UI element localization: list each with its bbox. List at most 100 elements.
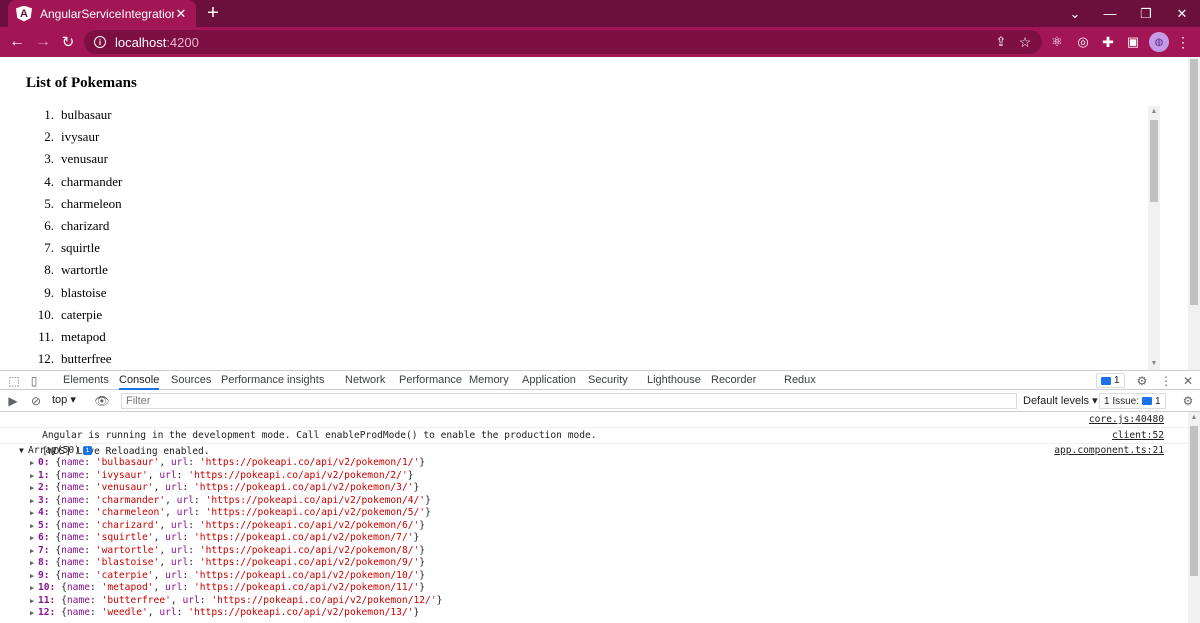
console-source-link[interactable]: client:52 bbox=[1112, 428, 1164, 444]
object-open: { bbox=[49, 532, 62, 543]
array-log-header[interactable]: ▼ Array(50) i app.component.ts:21 bbox=[0, 444, 1188, 457]
browser-tab[interactable]: A AngularServiceIntegration ✕ bbox=[8, 0, 196, 27]
array-item-row[interactable]: ▶ 9: {name: 'caterpie', url: 'https://pok… bbox=[0, 570, 1188, 583]
array-item-row[interactable]: ▶ 5: {name: 'charizard', url: 'https://po… bbox=[0, 520, 1188, 533]
share-icon[interactable]: ⇪ bbox=[990, 31, 1012, 53]
key-name: name bbox=[61, 557, 85, 568]
forward-button[interactable]: → bbox=[32, 31, 54, 53]
devtools-tab-lighthouse[interactable]: Lighthouse bbox=[647, 371, 701, 390]
minimize-button[interactable]: — bbox=[1092, 0, 1128, 27]
devtools-tab-performance[interactable]: Performance bbox=[399, 371, 462, 390]
clear-console-icon[interactable]: ⊘ bbox=[28, 393, 44, 409]
scroll-down-icon[interactable]: ▼ bbox=[1148, 358, 1160, 370]
back-button[interactable]: ← bbox=[6, 31, 28, 53]
colon: : bbox=[90, 607, 102, 618]
collapsed-triangle-icon[interactable]: ▶ bbox=[30, 482, 34, 495]
context-select[interactable]: top ▾ bbox=[52, 393, 76, 406]
settings-gear-icon[interactable]: ⚙ bbox=[1134, 373, 1150, 389]
colon: : bbox=[84, 494, 96, 506]
array-item-row[interactable]: ▶ 4: {name: 'charmeleon', url: 'https://p… bbox=[0, 507, 1188, 520]
issue-message-icon bbox=[1142, 397, 1153, 405]
url-value: 'https://pokeapi.co/api/v2/pokemon/6/' bbox=[199, 519, 420, 531]
devtools-tab-recorder[interactable]: Recorder bbox=[711, 371, 756, 390]
close-window-button[interactable]: ✕ bbox=[1164, 0, 1200, 27]
devtools-tab-security[interactable]: Security bbox=[588, 371, 628, 390]
array-item-row[interactable]: ▶ 6: {name: 'squirtle', url: 'https://pok… bbox=[0, 532, 1188, 545]
issues-button[interactable]: 1 Issue: 1 bbox=[1099, 393, 1166, 409]
console-scroll-thumb[interactable] bbox=[1190, 426, 1198, 576]
devtools-tab-sources[interactable]: Sources bbox=[171, 371, 211, 390]
collapsed-triangle-icon[interactable]: ▶ bbox=[30, 557, 34, 570]
expanded-triangle-icon[interactable]: ▼ bbox=[19, 444, 24, 457]
menu-kebab-icon[interactable]: ⋮ bbox=[1172, 31, 1194, 53]
messages-badge[interactable]: 1 bbox=[1096, 373, 1125, 388]
issues-label: 1 Issue: bbox=[1104, 395, 1140, 407]
list-item-number: 8. bbox=[44, 262, 54, 278]
list-scrollbar[interactable]: ▲ ▼ bbox=[1148, 106, 1160, 370]
list-item: 12. butterfree bbox=[26, 351, 122, 370]
array-item-row[interactable]: ▶ 12: {name: 'weedle', url: 'https://poke… bbox=[0, 607, 1188, 620]
collapsed-triangle-icon[interactable]: ▶ bbox=[30, 582, 34, 595]
devtools-tab-network[interactable]: Network bbox=[345, 371, 385, 390]
extensions-puzzle-icon[interactable]: ✚ bbox=[1097, 31, 1119, 53]
array-item-row[interactable]: ▶ 2: {name: 'venusaur', url: 'https://pok… bbox=[0, 482, 1188, 495]
array-item-row[interactable]: ▶ 10: {name: 'metapod', url: 'https://pok… bbox=[0, 582, 1188, 595]
reload-button[interactable]: ↻ bbox=[57, 31, 79, 53]
devtools-tab-application[interactable]: Application bbox=[522, 371, 576, 390]
devtools-tab-redux[interactable]: Redux bbox=[784, 371, 816, 390]
devtools-tab-memory[interactable]: Memory bbox=[469, 371, 509, 390]
array-index: 4: bbox=[38, 507, 50, 518]
site-info-icon[interactable]: i bbox=[94, 36, 106, 48]
array-item-row[interactable]: ▶ 0: {name: 'bulbasaur', url: 'https://po… bbox=[0, 457, 1188, 470]
profile-avatar[interactable]: ◍ bbox=[1149, 32, 1169, 52]
inspect-element-icon[interactable]: ⬚ bbox=[6, 373, 22, 389]
side-panel-icon[interactable]: ▣ bbox=[1122, 31, 1144, 53]
scroll-up-icon[interactable]: ▲ bbox=[1148, 106, 1160, 118]
collapsed-triangle-icon[interactable]: ▶ bbox=[30, 595, 34, 608]
array-item-row[interactable]: ▶ 11: {name: 'butterfree', url: 'https://… bbox=[0, 595, 1188, 608]
log-levels-dropdown[interactable]: Default levels ▾ bbox=[1023, 394, 1098, 407]
new-tab-button[interactable]: + bbox=[202, 2, 224, 24]
address-bar[interactable]: i localhost:4200 bbox=[84, 30, 1042, 54]
collapsed-triangle-icon[interactable]: ▶ bbox=[30, 532, 34, 545]
filter-input[interactable] bbox=[121, 393, 1017, 409]
console-scrollbar[interactable]: ▲ bbox=[1188, 412, 1200, 623]
console-scroll-up-icon[interactable]: ▲ bbox=[1188, 412, 1200, 424]
array-item-row[interactable]: ▶ 7: {name: 'wartortle', url: 'https://po… bbox=[0, 545, 1188, 558]
console-source-link[interactable]: core.js:40480 bbox=[1089, 412, 1164, 428]
colon: : bbox=[84, 457, 96, 468]
url-value: 'https://pokeapi.co/api/v2/pokemon/10/' bbox=[194, 569, 420, 581]
console-source-link[interactable]: app.component.ts:21 bbox=[1054, 444, 1164, 457]
collapsed-triangle-icon[interactable]: ▶ bbox=[30, 545, 34, 558]
devtools-menu-icon[interactable]: ⋮ bbox=[1158, 373, 1174, 389]
collapsed-triangle-icon[interactable]: ▶ bbox=[30, 520, 34, 533]
devtools-tab-performance-insights[interactable]: Performance insights bbox=[221, 371, 324, 390]
collapsed-triangle-icon[interactable]: ▶ bbox=[30, 607, 34, 620]
close-devtools-icon[interactable]: ✕ bbox=[1180, 373, 1196, 389]
collapsed-triangle-icon[interactable]: ▶ bbox=[30, 457, 34, 470]
collapsed-triangle-icon[interactable]: ▶ bbox=[30, 495, 34, 508]
restore-button[interactable]: ❐ bbox=[1128, 0, 1164, 27]
array-item-row[interactable]: ▶ 1: {name: 'ivysaur', url: 'https://poke… bbox=[0, 470, 1188, 483]
close-tab-icon[interactable]: ✕ bbox=[174, 6, 188, 22]
tab-search-chevron-icon[interactable]: ⌄ bbox=[1057, 0, 1093, 27]
extension-target-icon[interactable]: ◎ bbox=[1072, 31, 1094, 53]
device-toolbar-icon[interactable]: ▯ bbox=[26, 373, 42, 389]
array-item-row[interactable]: ▶ 8: {name: 'blastoise', url: 'https://po… bbox=[0, 557, 1188, 570]
bookmark-star-icon[interactable]: ☆ bbox=[1014, 31, 1036, 53]
separator: , bbox=[153, 569, 166, 581]
console-output: Angular is running in the development mo… bbox=[0, 412, 1188, 623]
devtools-tab-console[interactable]: Console bbox=[119, 371, 160, 390]
array-item-row[interactable]: ▶ 3: {name: 'charmander', url: 'https://p… bbox=[0, 495, 1188, 508]
list-scroll-thumb[interactable] bbox=[1150, 120, 1158, 202]
page-scroll-thumb[interactable] bbox=[1190, 59, 1198, 305]
collapsed-triangle-icon[interactable]: ▶ bbox=[30, 470, 34, 483]
live-expression-eye-icon[interactable]: 👁 bbox=[94, 393, 110, 409]
sidebar-toggle-icon[interactable]: ▶ bbox=[5, 393, 21, 409]
devtools-tab-elements[interactable]: Elements bbox=[63, 371, 109, 390]
collapsed-triangle-icon[interactable]: ▶ bbox=[30, 507, 34, 520]
page-scrollbar[interactable] bbox=[1188, 57, 1200, 370]
react-devtools-icon[interactable]: ⚛ bbox=[1046, 31, 1068, 53]
console-settings-gear-icon[interactable]: ⚙ bbox=[1180, 393, 1196, 409]
collapsed-triangle-icon[interactable]: ▶ bbox=[30, 570, 34, 583]
